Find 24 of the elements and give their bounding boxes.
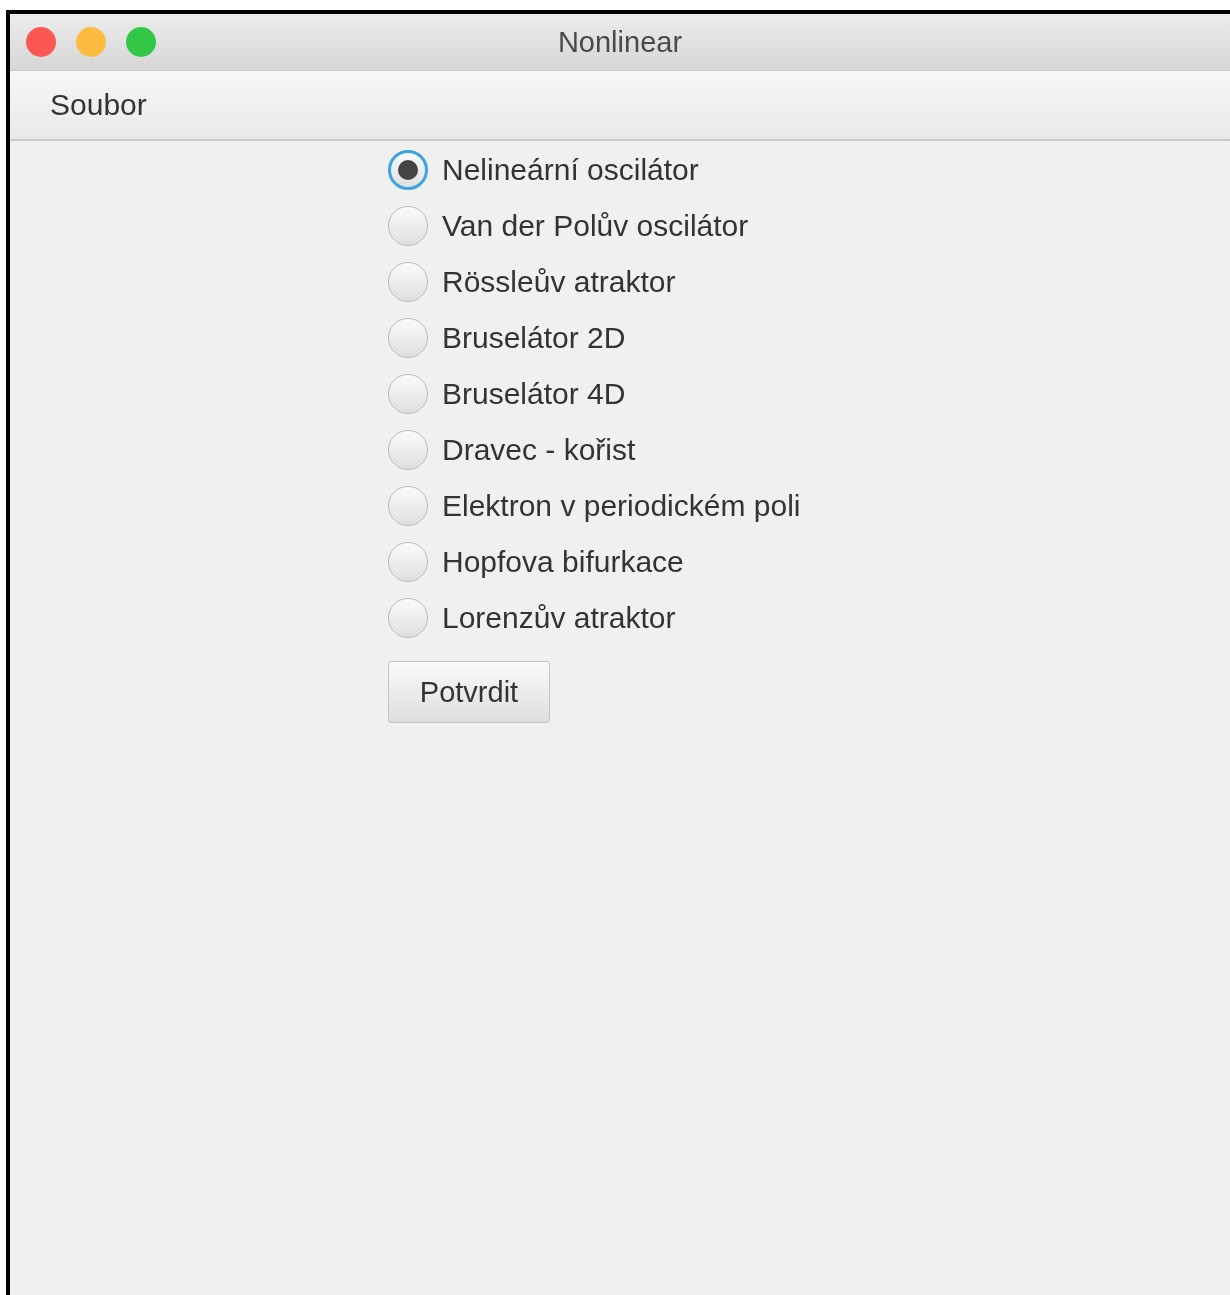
radio-label[interactable]: Lorenzův atraktor — [442, 601, 676, 635]
radio-button[interactable] — [388, 542, 428, 582]
radio-button[interactable] — [388, 150, 428, 190]
radio-label[interactable]: Rössleův atraktor — [442, 265, 676, 299]
radio-button[interactable] — [388, 486, 428, 526]
menu-item[interactable]: Soubor — [50, 88, 147, 122]
radio-button[interactable] — [388, 430, 428, 470]
radio-button[interactable] — [388, 374, 428, 414]
close-button[interactable] — [26, 27, 56, 57]
radio-button[interactable] — [388, 262, 428, 302]
radio-label[interactable]: Hopfova bifurkace — [442, 545, 684, 579]
radio-label[interactable]: Bruselátor 2D — [442, 321, 626, 355]
radio-label[interactable]: Elektron v periodickém poli — [442, 489, 801, 523]
window-title: Nonlinear — [557, 25, 683, 59]
radio-label[interactable]: Van der Polův oscilátor — [442, 209, 749, 243]
radio-label[interactable]: Nelineární oscilátor — [442, 153, 699, 187]
confirm-button[interactable]: Potvrdit — [388, 661, 550, 723]
radio-label[interactable]: Dravec - kořist — [442, 433, 636, 467]
radio-label[interactable]: Bruselátor 4D — [442, 377, 626, 411]
minimize-button[interactable] — [76, 27, 106, 57]
radio-button[interactable] — [388, 318, 428, 358]
zoom-button[interactable] — [126, 27, 156, 57]
radio-button[interactable] — [388, 206, 428, 246]
radio-button[interactable] — [388, 598, 428, 638]
